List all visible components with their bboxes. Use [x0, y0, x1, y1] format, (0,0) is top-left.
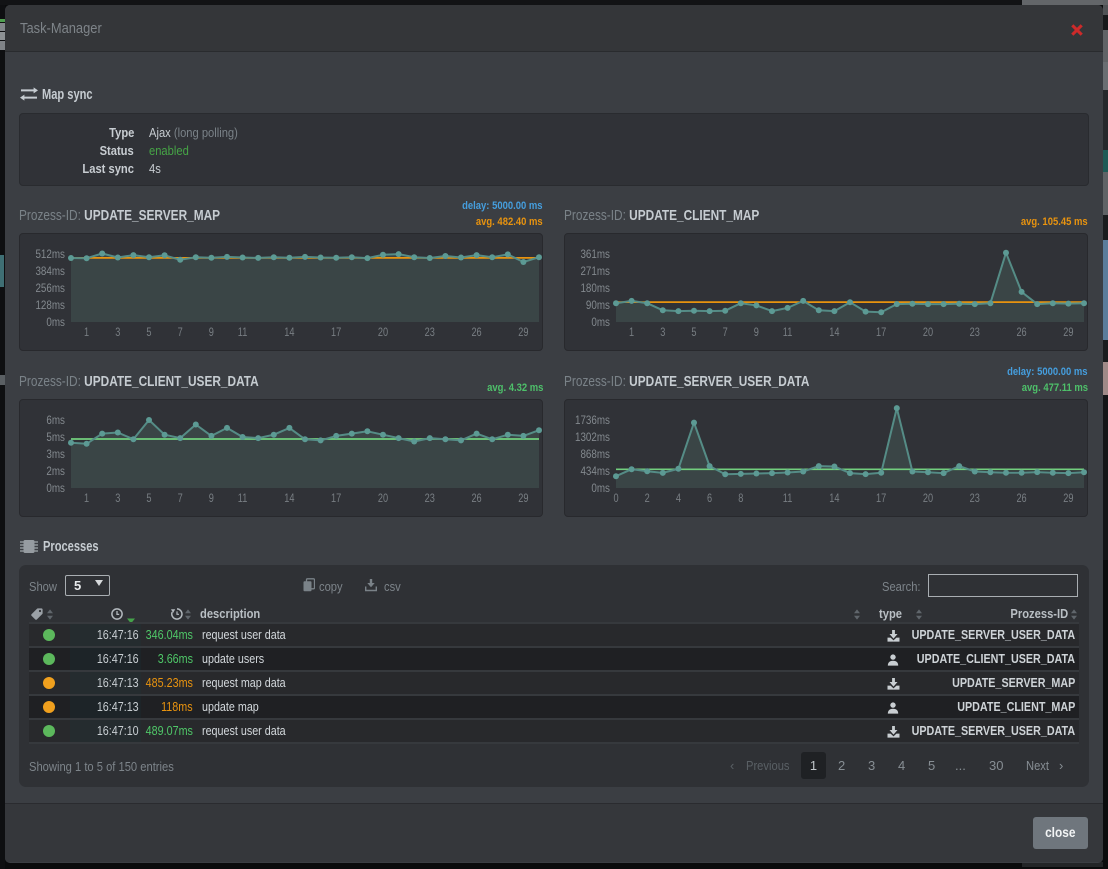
svg-text:6: 6	[707, 493, 712, 505]
svg-text:17: 17	[876, 493, 886, 505]
svg-text:9: 9	[754, 327, 759, 339]
svg-text:256ms: 256ms	[35, 282, 65, 295]
svg-text:1: 1	[629, 327, 634, 339]
svg-text:26: 26	[471, 327, 481, 339]
svg-text:20: 20	[923, 327, 933, 339]
svg-text:3ms: 3ms	[46, 448, 65, 461]
svg-text:434ms: 434ms	[580, 465, 610, 478]
svg-text:14: 14	[829, 493, 839, 505]
svg-text:5: 5	[691, 327, 696, 339]
svg-text:5: 5	[146, 493, 151, 505]
svg-text:868ms: 868ms	[580, 448, 610, 461]
svg-text:23: 23	[970, 327, 980, 339]
svg-text:7: 7	[178, 493, 183, 505]
svg-text:1302ms: 1302ms	[575, 431, 610, 444]
svg-text:11: 11	[783, 327, 793, 339]
svg-text:1: 1	[84, 327, 89, 339]
svg-text:384ms: 384ms	[35, 265, 65, 278]
svg-text:512ms: 512ms	[35, 248, 65, 261]
svg-text:14: 14	[829, 327, 839, 339]
svg-text:0ms: 0ms	[46, 482, 65, 495]
svg-text:9: 9	[209, 493, 214, 505]
svg-text:11: 11	[783, 493, 793, 505]
svg-text:3: 3	[115, 493, 120, 505]
svg-text:128ms: 128ms	[35, 299, 65, 312]
svg-text:23: 23	[970, 493, 980, 505]
svg-text:20: 20	[378, 327, 388, 339]
svg-text:17: 17	[331, 327, 341, 339]
svg-text:29: 29	[518, 327, 528, 339]
svg-text:20: 20	[378, 493, 388, 505]
svg-text:361ms: 361ms	[580, 248, 610, 261]
svg-text:0ms: 0ms	[591, 316, 610, 329]
svg-text:26: 26	[1016, 327, 1026, 339]
svg-text:14: 14	[284, 493, 294, 505]
svg-text:180ms: 180ms	[580, 282, 610, 295]
svg-text:2: 2	[645, 493, 650, 505]
svg-text:8: 8	[738, 493, 743, 505]
svg-text:23: 23	[425, 493, 435, 505]
svg-text:17: 17	[331, 493, 341, 505]
svg-text:26: 26	[471, 493, 481, 505]
svg-text:1736ms: 1736ms	[575, 414, 610, 427]
svg-text:6ms: 6ms	[46, 414, 65, 427]
svg-text:3: 3	[660, 327, 665, 339]
svg-text:0ms: 0ms	[46, 316, 65, 329]
svg-text:17: 17	[876, 327, 886, 339]
svg-text:90ms: 90ms	[586, 299, 610, 312]
svg-text:1: 1	[84, 493, 89, 505]
svg-text:0: 0	[613, 493, 618, 505]
svg-text:7: 7	[723, 327, 728, 339]
svg-text:7: 7	[178, 327, 183, 339]
svg-text:26: 26	[1016, 493, 1026, 505]
svg-text:3: 3	[115, 327, 120, 339]
svg-text:29: 29	[518, 493, 528, 505]
svg-text:2ms: 2ms	[46, 465, 65, 478]
svg-text:9: 9	[209, 327, 214, 339]
svg-text:29: 29	[1063, 327, 1073, 339]
svg-text:29: 29	[1063, 493, 1073, 505]
svg-text:0ms: 0ms	[591, 482, 610, 495]
svg-text:11: 11	[238, 493, 248, 505]
svg-text:5ms: 5ms	[46, 431, 65, 444]
svg-text:271ms: 271ms	[580, 265, 610, 278]
svg-text:5: 5	[146, 327, 151, 339]
svg-text:20: 20	[923, 493, 933, 505]
svg-text:14: 14	[284, 327, 294, 339]
svg-text:11: 11	[238, 327, 248, 339]
svg-text:23: 23	[425, 327, 435, 339]
svg-text:4: 4	[676, 493, 681, 505]
